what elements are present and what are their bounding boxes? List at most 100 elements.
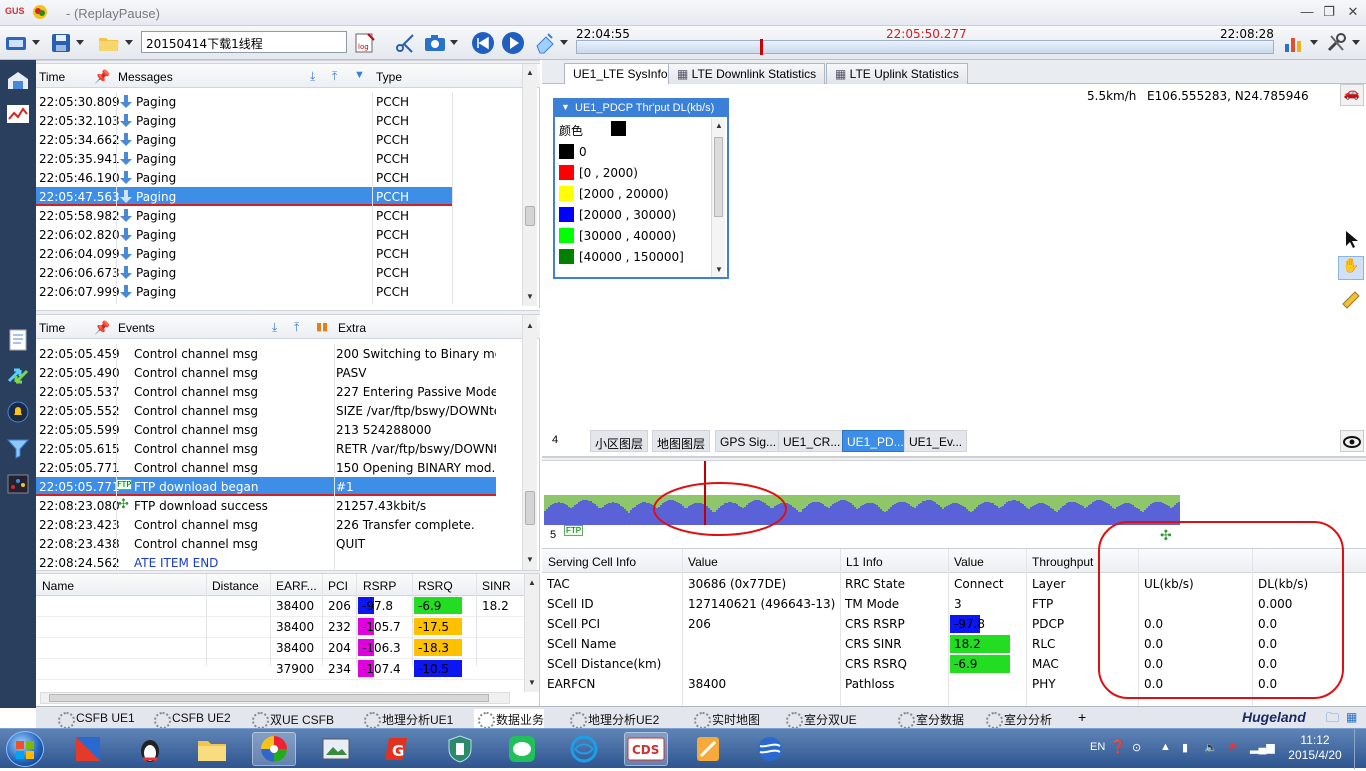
col-sinr[interactable]: SINR <box>482 579 511 593</box>
taskbar-explorer[interactable] <box>190 732 234 766</box>
taskbar-qq[interactable] <box>128 732 172 766</box>
chart-cursor[interactable] <box>704 461 706 525</box>
event-row[interactable]: 22:05:05.771 Control channel msg 150 Openi… <box>36 458 496 477</box>
tab-uplink-stats[interactable]: ▦ LTE Uplink Statistics <box>826 63 968 84</box>
col-extra[interactable]: Extra <box>338 321 366 335</box>
workspace-tab[interactable]: 地理分析UE2 <box>566 709 659 729</box>
settings-button[interactable] <box>1324 31 1350 55</box>
map-view[interactable]: 5.5km/h E106.555283, N24.785946 🚗 ▼ UE1_P… <box>542 84 1366 456</box>
taskbar-chat[interactable] <box>500 732 544 766</box>
dropdown-icon[interactable] <box>1308 31 1320 55</box>
col-pci[interactable]: PCI <box>328 579 348 593</box>
scroll-down-arrow-icon[interactable]: ▼ <box>715 265 723 274</box>
layer-tab[interactable]: UE1_Ev... <box>904 430 968 452</box>
sidebar-transfer-button[interactable] <box>4 362 32 390</box>
event-row[interactable]: 22:05:05.599 Control channel msg 213 52428… <box>36 420 496 439</box>
flag-icon[interactable]: ⚑ <box>1228 741 1238 754</box>
cell-row[interactable]: 38400 206 -97.8 -6.9 18.2 <box>36 596 524 617</box>
add-tab-button[interactable]: + <box>1078 709 1086 725</box>
col-time[interactable]: Time <box>39 321 65 335</box>
message-row[interactable]: 22:05:47.563 Paging PCCH <box>36 187 452 206</box>
col-events[interactable]: Events <box>118 321 155 335</box>
col-time[interactable]: Time <box>39 70 65 84</box>
event-row[interactable]: 22:05:05.771 FTP FTP download began #1 <box>36 477 496 496</box>
col-messages[interactable]: Messages <box>118 70 173 84</box>
sidebar-workspace-button[interactable] <box>4 66 32 94</box>
scroll-down-arrow-icon[interactable]: ▼ <box>526 555 534 564</box>
collapse-icon[interactable]: ▼ <box>561 102 570 112</box>
scroll-down-icon[interactable]: ⤓ <box>272 320 277 335</box>
replay-timeline[interactable]: 22:04:55 22:05:50.277 22:08:28 <box>574 26 1276 60</box>
message-row[interactable]: 22:05:30.809 Paging PCCH <box>36 92 452 111</box>
input-icon[interactable]: ⊙ <box>1132 741 1141 754</box>
workspace-tab[interactable]: 数据业务 <box>474 709 545 729</box>
scroll-thumb[interactable] <box>714 137 723 217</box>
scroll-thumb[interactable] <box>525 491 535 525</box>
cell-row[interactable]: 38400 232 -105.7 -17.5 <box>36 617 524 638</box>
scroll-up-icon[interactable]: ⤒ <box>294 320 299 335</box>
taskbar-earth[interactable] <box>748 732 792 766</box>
col-rsrp[interactable]: RSRP <box>363 579 396 593</box>
taskbar-shield[interactable] <box>438 732 482 766</box>
scroll-thumb[interactable] <box>525 206 535 226</box>
tools-button[interactable] <box>392 31 418 55</box>
system-clock[interactable]: 11:12 2015/4/20 <box>1280 733 1350 763</box>
scroll-up-arrow-icon[interactable]: ▲ <box>526 68 534 77</box>
message-row[interactable]: 22:06:06.673 Paging PCCH <box>36 263 452 282</box>
camera-button[interactable] <box>422 31 448 55</box>
sidebar-report-button[interactable] <box>4 326 32 354</box>
grid-icon[interactable]: ▦ <box>1346 710 1357 724</box>
pan-tool-icon[interactable]: ✋ <box>1338 256 1364 280</box>
measure-tool-icon[interactable] <box>1340 288 1362 310</box>
volume-icon[interactable]: 🔈 <box>1204 741 1218 754</box>
workspace-tab[interactable]: 实时地图 <box>690 709 760 729</box>
workspace-tab[interactable]: 室分双UE <box>782 709 857 729</box>
event-row[interactable]: 22:05:05.615 Control channel msg RETR /var… <box>36 439 496 458</box>
scroll-up-arrow-icon[interactable]: ▲ <box>715 121 723 130</box>
map-legend[interactable]: ▼ UE1_PDCP Thr'put DL(kb/s) 颜色 0 [0 , 2000… <box>553 98 729 279</box>
workspace-tab[interactable]: CSFB UE1 <box>54 709 135 729</box>
sidebar-filter-button[interactable] <box>4 434 32 462</box>
dropdown-icon[interactable] <box>74 31 86 55</box>
open-folder-button[interactable] <box>96 31 122 55</box>
cells-hscrollbar[interactable] <box>40 692 510 704</box>
taskbar-photo[interactable] <box>314 732 358 766</box>
workspace-tab[interactable]: CSFB UE2 <box>150 709 231 729</box>
layer-tab[interactable]: GPS Sig... <box>715 430 782 452</box>
layer-tab[interactable]: UE1_PD... <box>842 430 909 452</box>
layer-tab[interactable]: 地图图层 <box>652 430 711 452</box>
show-desktop-button[interactable] <box>1354 729 1366 769</box>
tray-expand-icon[interactable]: ▲ <box>1160 741 1171 753</box>
layer-tab[interactable]: 小区图层 <box>590 430 649 452</box>
message-row[interactable]: 22:06:02.820 Paging PCCH <box>36 225 452 244</box>
legend-scrollbar[interactable]: ▲ ▼ <box>711 119 725 277</box>
message-row[interactable]: 22:05:46.190 Paging PCCH <box>36 168 452 187</box>
restore-icon[interactable]: ❐ <box>1320 4 1338 20</box>
dropdown-icon[interactable] <box>1350 31 1362 55</box>
workspace-tab[interactable]: 双UE CSFB <box>248 709 334 729</box>
event-row[interactable]: 22:08:23.438 Control channel msg QUIT <box>36 534 496 553</box>
stats-icon[interactable]: ▮▮ <box>316 320 328 333</box>
battery-icon[interactable]: ▮ <box>1182 741 1188 754</box>
open-device-button[interactable] <box>4 31 30 55</box>
message-row[interactable]: 22:05:35.941 Paging PCCH <box>36 149 452 168</box>
sidebar-chart-button[interactable] <box>4 100 32 128</box>
play-button[interactable] <box>500 31 526 55</box>
tab-sysinfo[interactable]: UE1_LTE SysInfo <box>564 63 677 85</box>
report-button[interactable] <box>1282 31 1308 55</box>
minimize-icon[interactable]: — <box>1298 4 1316 20</box>
close-icon[interactable]: ✕ <box>1344 4 1362 20</box>
event-row[interactable]: 22:08:23.423 Control channel msg 226 Trans… <box>36 515 496 534</box>
taskbar-notes[interactable] <box>686 732 730 766</box>
taskbar-cds[interactable]: CDS <box>624 732 668 766</box>
scroll-thumb[interactable] <box>49 694 489 702</box>
scroll-up-arrow-icon[interactable]: ▲ <box>528 578 536 587</box>
dropdown-icon[interactable] <box>558 31 570 55</box>
workspace-tab[interactable]: 地理分析UE1 <box>360 709 453 729</box>
pin-icon[interactable]: 📌 <box>94 69 110 85</box>
signal-icon[interactable]: ▂▄▆ <box>1250 741 1275 754</box>
events-scrollbar[interactable]: ▲ ▼ <box>522 315 537 570</box>
message-row[interactable]: 22:05:34.662 Paging PCCH <box>36 130 452 149</box>
taskbar-mobile[interactable] <box>562 732 606 766</box>
col-earfcn[interactable]: EARF... <box>276 579 317 593</box>
